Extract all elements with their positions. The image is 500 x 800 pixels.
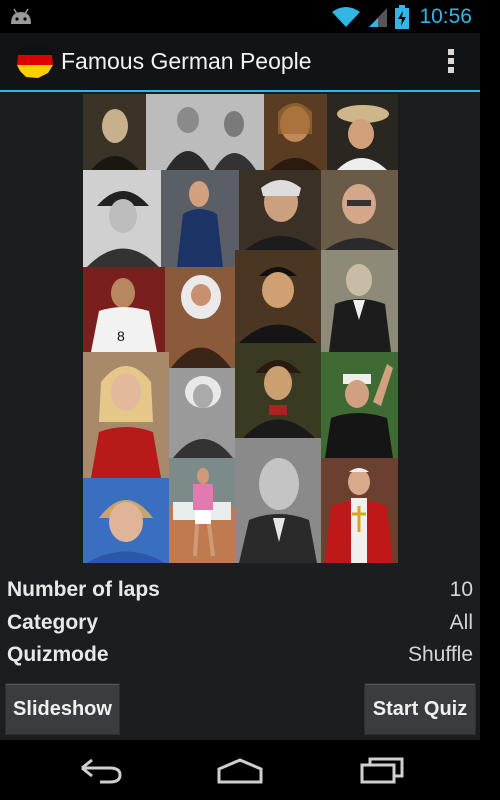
action-bar: Famous German People <box>0 33 480 92</box>
portrait-tile <box>83 170 161 267</box>
portrait-tile: 8 <box>83 267 165 352</box>
portrait-tile <box>235 438 321 563</box>
android-debug-icon <box>11 8 31 24</box>
setting-quizmode[interactable]: Quizmode Shuffle <box>7 639 473 671</box>
slideshow-button[interactable]: Slideshow <box>5 683 120 735</box>
portrait-tile <box>239 170 321 250</box>
setting-number-of-laps[interactable]: Number of laps 10 <box>7 574 473 606</box>
portrait-tile <box>321 170 398 250</box>
setting-label: Quizmode <box>7 643 109 666</box>
status-clock: 10:56 <box>419 4 472 28</box>
portrait-tile <box>169 458 235 563</box>
portrait-tile <box>321 458 398 563</box>
app-title: Famous German People <box>61 48 312 74</box>
setting-value: All <box>449 611 473 634</box>
home-icon[interactable] <box>216 758 264 784</box>
portrait-tile <box>165 267 235 368</box>
start-quiz-button[interactable]: Start Quiz <box>364 683 476 735</box>
portrait-tile <box>321 352 398 458</box>
portrait-tile <box>83 478 169 563</box>
german-flag-icon[interactable] <box>16 43 54 79</box>
signal-icon <box>369 7 388 27</box>
status-bar: 10:56 <box>0 0 480 33</box>
portrait-tile <box>235 250 321 343</box>
back-icon[interactable] <box>78 758 122 784</box>
portrait-tile <box>83 94 146 170</box>
portrait-tile <box>169 368 235 458</box>
portrait-tile <box>235 343 321 438</box>
battery-charging-icon <box>395 4 410 29</box>
portrait-tile <box>83 352 169 478</box>
navigation-bar <box>0 740 480 800</box>
portrait-tile <box>264 94 327 170</box>
setting-label: Category <box>7 611 99 634</box>
app-screen: 10:56 Famous German People 8 Number of l… <box>0 0 480 800</box>
portrait-tile <box>146 94 264 170</box>
wifi-icon <box>332 6 361 27</box>
overflow-menu-icon[interactable] <box>446 46 456 78</box>
portrait-tile <box>161 170 239 267</box>
setting-label: Number of laps <box>7 578 160 601</box>
setting-value: Shuffle <box>408 643 473 666</box>
portrait-tile <box>321 250 398 352</box>
photo-collage[interactable]: 8 <box>83 94 398 563</box>
recent-apps-icon[interactable] <box>360 756 404 784</box>
status-icons: 10:56 <box>331 0 472 33</box>
svg-text:8: 8 <box>117 328 125 344</box>
setting-value: 10 <box>449 578 473 601</box>
portrait-tile <box>327 94 398 170</box>
setting-category[interactable]: Category All <box>7 607 473 639</box>
